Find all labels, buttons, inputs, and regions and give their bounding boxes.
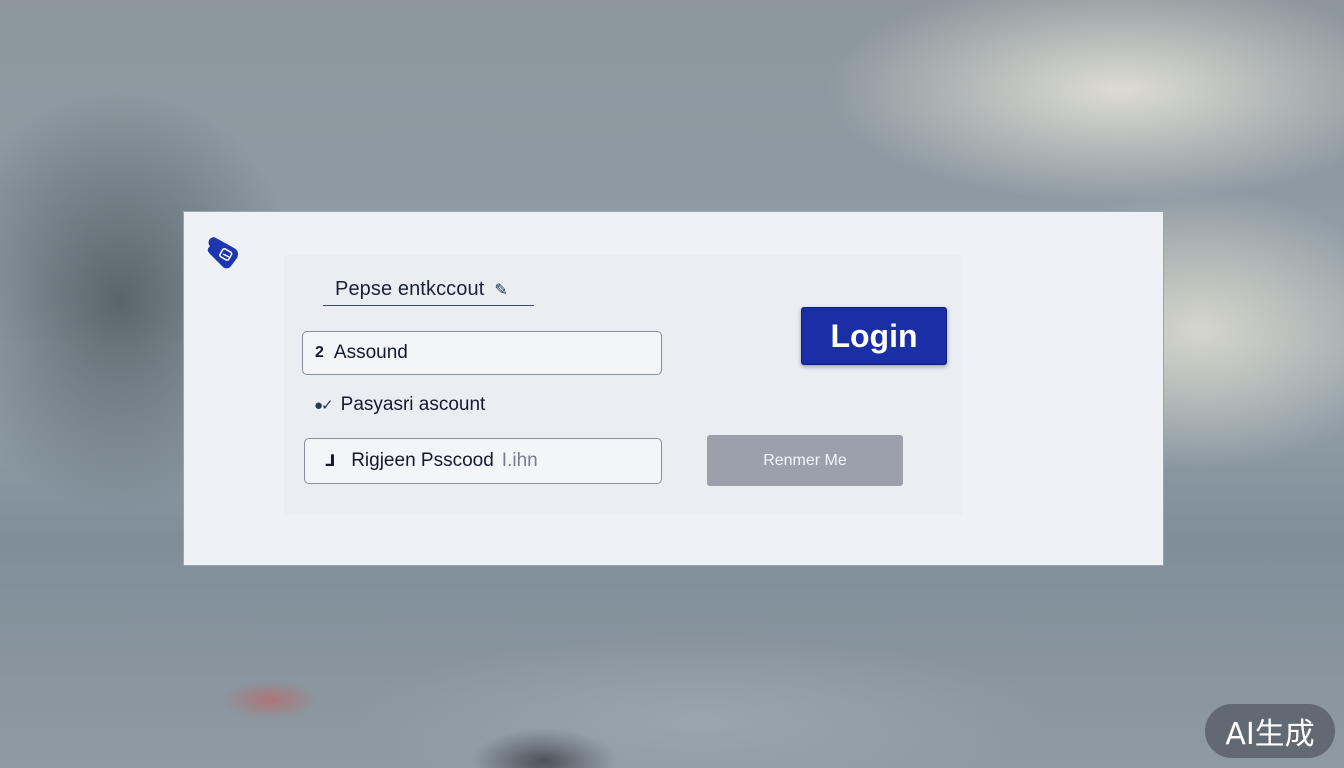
heading-text: Pepse entkccout (335, 278, 485, 300)
password-label-text: Pasyasri ascount (340, 394, 486, 415)
shield-tag-icon (204, 232, 244, 272)
ai-generated-badge: AI生成 (1205, 704, 1335, 758)
account-prefix: 2 (315, 344, 324, 361)
password-input[interactable]: ⅃ Rigjeen Psscood I.ihn (304, 438, 662, 484)
page-title: Pepse entkccout ✎ (323, 274, 534, 306)
password-prefix: ⅃ (325, 453, 336, 470)
password-value: Rigjeen Psscood (351, 450, 494, 471)
password-label: ●✓ Pasyasri ascount (314, 394, 485, 416)
remember-me-button[interactable]: Renmer Me (707, 435, 903, 486)
login-button[interactable]: Login (801, 307, 947, 365)
login-panel: Pepse entkccout ✎ 2 Assound ●✓ Pasyasri … (183, 211, 1164, 566)
pencil-icon: ✎ (494, 281, 508, 299)
password-trailing-text: I.ihn (501, 450, 538, 471)
account-input[interactable]: 2 Assound (302, 331, 662, 375)
account-value: Assound (333, 342, 408, 363)
toggle-check-icon: ●✓ (314, 397, 334, 414)
